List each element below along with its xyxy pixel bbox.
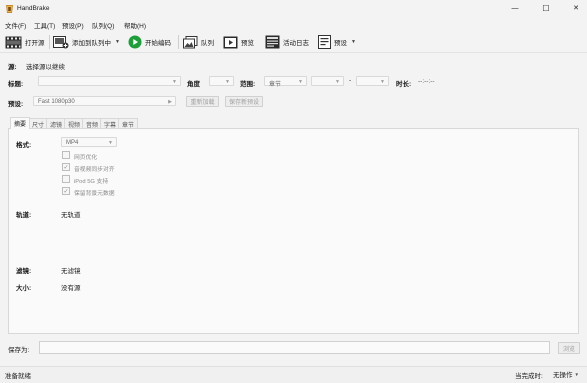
align-av-label: 音视频同步对齐: [74, 167, 115, 173]
chevron-down-icon[interactable]: ▼: [351, 39, 356, 45]
start-encode-label: 开始编码: [145, 40, 171, 47]
preset-label: 预设:: [8, 101, 24, 108]
preview-label: 预览: [241, 40, 254, 47]
checkmark-icon: ✓: [63, 164, 69, 171]
preset-value: Fast 1080p30: [38, 98, 75, 105]
web-optimized-label: 网页优化: [74, 155, 98, 161]
range-label: 范围:: [240, 81, 256, 88]
add-queue-icon: [53, 35, 69, 48]
status-text: 准备就绪: [5, 373, 31, 380]
presets-icon: [318, 35, 331, 49]
browse-button[interactable]: 浏览: [558, 342, 580, 354]
ipod-support-checkbox[interactable]: [62, 175, 70, 183]
range-dash: -: [349, 77, 352, 84]
source-label: 源:: [8, 64, 17, 71]
angle-label: 角度: [187, 81, 200, 88]
play-icon: [128, 35, 142, 49]
activity-log-label: 活动日志: [283, 40, 309, 47]
chevron-down-icon[interactable]: ▼: [115, 39, 120, 45]
preset-selector[interactable]: Fast 1080p30 ▶: [33, 96, 176, 106]
reload-preset-button[interactable]: 重新加载: [186, 96, 219, 107]
queue-icon: [183, 35, 198, 48]
add-to-queue-label: 添加到队列中: [72, 40, 111, 47]
chevron-down-icon: ▼: [574, 371, 579, 377]
activity-log-button[interactable]: 活动日志: [265, 33, 309, 51]
duration-value: --:--:--: [418, 78, 435, 85]
source-value: 选择源以继续: [26, 64, 65, 71]
title-dropdown[interactable]: ▼: [38, 76, 181, 86]
open-source-label: 打开源: [25, 40, 45, 47]
menu-presets[interactable]: 预设(P): [62, 20, 84, 30]
queue-button[interactable]: 队列: [183, 33, 214, 51]
queue-label: 队列: [201, 40, 214, 47]
range-type-dropdown[interactable]: 章节 ▼: [264, 76, 307, 88]
menu-tools[interactable]: 工具(T): [34, 20, 55, 30]
preview-icon: [223, 36, 238, 48]
format-label: 格式:: [16, 142, 32, 149]
film-icon: [5, 36, 22, 48]
chevron-down-icon: ▼: [172, 79, 177, 85]
filters-value: 无滤镜: [61, 268, 81, 275]
title-bar: [0, 0, 587, 18]
add-to-queue-button[interactable]: 添加到队列中 ▼: [53, 33, 120, 51]
title-label: 标题:: [8, 81, 24, 88]
range-end-dropdown[interactable]: ▼: [356, 76, 389, 86]
menu-queue[interactable]: 队列(Q): [92, 20, 114, 30]
filters-label: 滤镜:: [16, 268, 32, 275]
start-encode-button[interactable]: 开始编码: [128, 33, 171, 51]
save-as-label: 保存为:: [8, 347, 30, 354]
range-start-dropdown[interactable]: ▼: [311, 76, 344, 86]
when-done-label: 当完成时:: [515, 373, 543, 380]
passthru-metadata-label: 保留背景元数据: [74, 191, 115, 197]
ipod-support-label: iPod 5G 支持: [74, 179, 109, 185]
presets-button[interactable]: 预设 ▼: [318, 33, 356, 51]
format-dropdown[interactable]: MP4 ▼: [61, 137, 117, 147]
tab-summary[interactable]: 摘要: [10, 117, 31, 129]
tracks-value: 无轨道: [61, 212, 81, 219]
chevron-down-icon: ▼: [225, 79, 230, 85]
open-source-button[interactable]: 打开源: [5, 33, 45, 51]
format-value: MP4: [66, 139, 79, 146]
size-value: 没有源: [61, 285, 81, 292]
range-type-value: 章节: [269, 81, 282, 88]
destination-path-input[interactable]: [39, 341, 550, 354]
align-av-checkbox[interactable]: ✓: [62, 163, 70, 171]
when-done-value: 无操作: [553, 372, 573, 379]
preview-button[interactable]: 预览: [223, 33, 254, 51]
web-optimized-checkbox[interactable]: [62, 151, 70, 159]
menu-bar: [0, 18, 587, 30]
chevron-right-icon: ▶: [168, 99, 172, 105]
passthru-metadata-checkbox[interactable]: ✓: [62, 187, 70, 195]
when-done-dropdown[interactable]: 无操作 ▼: [553, 369, 579, 380]
chevron-down-icon: ▼: [335, 79, 340, 85]
window-title: HandBrake: [17, 5, 50, 12]
minimize-button[interactable]: —: [508, 2, 522, 14]
toolbar-divider: [178, 35, 179, 49]
size-label: 大小:: [16, 285, 32, 292]
chevron-down-icon: ▼: [298, 79, 303, 85]
handbrake-logo-icon: [6, 5, 13, 13]
chevron-down-icon: ▼: [380, 79, 385, 85]
save-new-preset-button[interactable]: 保存新预设: [225, 96, 263, 107]
menu-help[interactable]: 帮助(H): [124, 20, 146, 30]
activity-log-icon: [265, 35, 280, 49]
checkmark-icon: ✓: [63, 188, 69, 195]
chevron-down-icon: ▼: [108, 140, 113, 146]
angle-dropdown[interactable]: ▼: [209, 76, 234, 86]
maximize-button[interactable]: ☐: [539, 2, 553, 14]
status-bar: [0, 366, 587, 383]
duration-label: 时长:: [396, 81, 412, 88]
tracks-label: 轨道:: [16, 212, 32, 219]
menu-file[interactable]: 文件(F): [5, 20, 26, 30]
presets-label: 预设: [334, 40, 347, 47]
toolbar-divider: [49, 35, 50, 49]
close-button[interactable]: ✕: [569, 2, 583, 14]
